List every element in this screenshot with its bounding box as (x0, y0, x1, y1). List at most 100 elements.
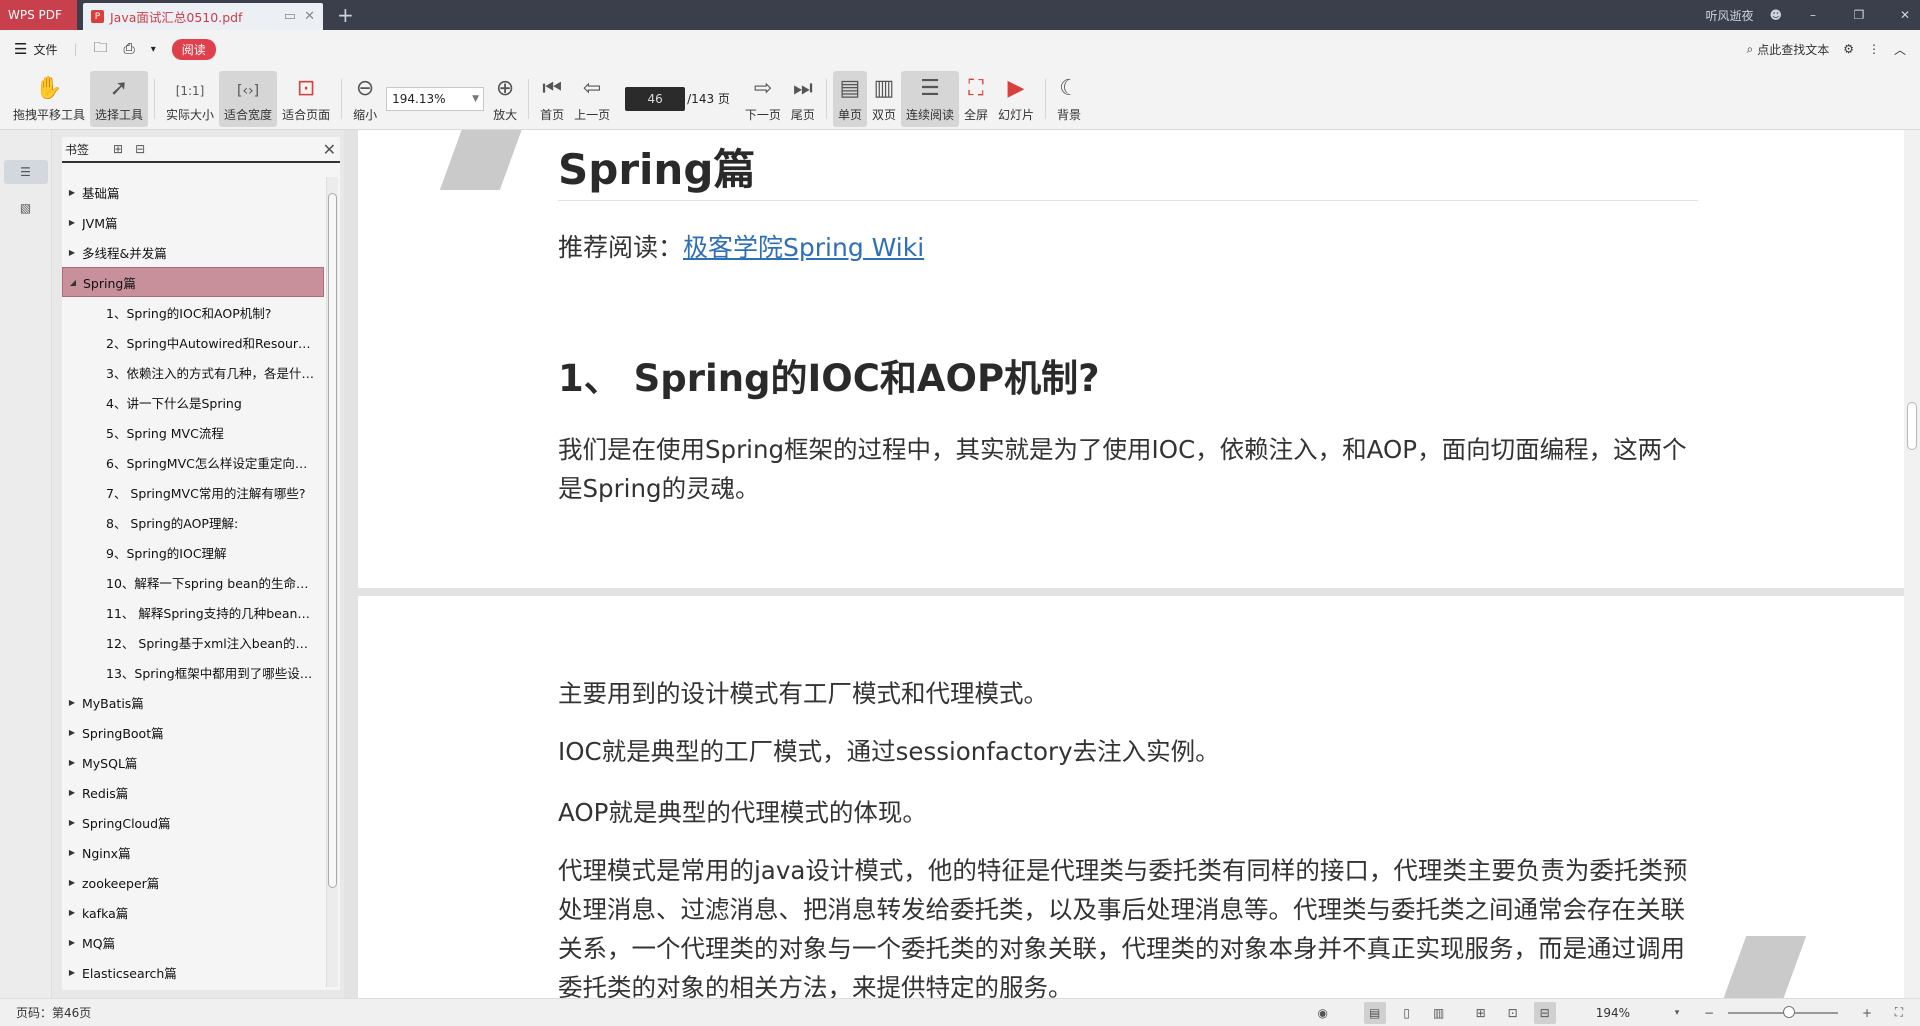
continuous-read-button[interactable]: ☰ 连续阅读 (900, 70, 959, 127)
bookmark-child-item[interactable]: 7、 SpringMVC常用的注解有哪些? (62, 477, 324, 507)
new-tab-button[interactable]: + (337, 0, 354, 30)
bookmark-item[interactable]: ▶ Nginx篇 (62, 837, 324, 867)
close-window-icon[interactable]: ✕ (1890, 8, 1920, 22)
bookmark-item[interactable]: ▶ zookeeper篇 (62, 867, 324, 897)
collapsed-triangle-icon[interactable]: ▶ (62, 758, 82, 767)
select-tool-button[interactable]: ➚ 选择工具 (90, 70, 149, 127)
read-mode-button[interactable]: 阅读 (171, 38, 216, 60)
bookmark-item[interactable]: ▶ MyBatis篇 (62, 687, 324, 717)
fit-page-icon[interactable]: ⊡ (1502, 1002, 1524, 1024)
bookmark-item[interactable]: ▶ SpringBoot篇 (62, 717, 324, 747)
first-page-button[interactable]: ⏮ 首页 (535, 71, 569, 127)
bookmark-panel-icon[interactable]: ☰ (3, 160, 48, 184)
zoom-percent[interactable]: 194% (1596, 1006, 1630, 1020)
collapsed-triangle-icon[interactable]: ▶ (62, 938, 82, 947)
expanded-triangle-icon[interactable]: ◢ (63, 278, 83, 287)
collapsed-triangle-icon[interactable]: ▶ (62, 818, 82, 827)
zoom-slider-knob[interactable] (1783, 1005, 1795, 1018)
bookmark-item[interactable]: ▶ SpringCloud篇 (62, 807, 324, 837)
thumbnail-panel-icon[interactable]: ▧ (4, 196, 48, 220)
collapsed-triangle-icon[interactable]: ▶ (62, 908, 82, 917)
next-page-button[interactable]: ⇨ 下一页 (740, 71, 786, 127)
bookmark-scrollbar[interactable] (326, 177, 338, 987)
bookmark-item[interactable]: ◢ Spring篇 (62, 267, 324, 297)
bookmark-item[interactable]: ▶ Elasticsearch篇 (62, 957, 324, 987)
search-text-button[interactable]: 点此查找文本 (1757, 41, 1829, 58)
bookmark-child-item[interactable]: 6、SpringMVC怎么样设定重定向… (62, 447, 324, 477)
collapsed-triangle-icon[interactable]: ▶ (62, 728, 82, 737)
continuous-view-icon[interactable]: ▤ (1363, 1001, 1386, 1024)
collapsed-triangle-icon[interactable]: ▶ (62, 218, 82, 227)
print-icon[interactable]: ⎙ (124, 41, 135, 57)
bookmark-child-item[interactable]: 10、解释一下spring bean的生命… (62, 567, 324, 597)
expand-all-icon[interactable]: ⊞ (113, 142, 123, 156)
fit-width-button[interactable]: [‹›] 适合宽度 (219, 70, 278, 127)
document-scrollbar[interactable] (1904, 130, 1920, 998)
bookmark-item[interactable]: ▶ kafka篇 (62, 897, 324, 927)
collapsed-triangle-icon[interactable]: ▶ (62, 248, 82, 257)
collapsed-triangle-icon[interactable]: ▶ (62, 188, 82, 197)
double-view-icon[interactable]: ▥ (1428, 1002, 1450, 1024)
restore-icon[interactable]: ❐ (1844, 8, 1874, 22)
tab-pin-icon[interactable]: ▭ (284, 9, 296, 24)
fullscreen-icon[interactable]: ⛶ (1888, 1002, 1910, 1024)
fit-page-button[interactable]: ⊡ 适合页面 (277, 71, 335, 127)
pan-tool-button[interactable]: ✋ 拖拽平移工具 (8, 71, 90, 127)
bookmark-child-item[interactable]: 2、Spring中Autowired和Resour… (62, 327, 324, 357)
app-name[interactable]: WPS PDF (0, 0, 77, 30)
scrollbar-thumb[interactable] (328, 193, 337, 888)
open-folder-icon[interactable]: 🗀 (94, 37, 108, 61)
document-view[interactable]: Spring篇 推荐阅读：极客学院Spring Wiki 1、 Spring的I… (344, 130, 1904, 998)
eye-protect-icon[interactable]: ◉ (1312, 1002, 1334, 1024)
slideshow-button[interactable]: ▶ 幻灯片 (993, 71, 1039, 127)
user-name[interactable]: 听风逝夜 (1705, 7, 1753, 24)
bookmark-child-item[interactable]: 8、 Spring的AOP理解: (62, 507, 324, 537)
more-dropdown-icon[interactable]: ▾ (151, 44, 156, 55)
actual-size-icon[interactable]: ⊞ (1470, 1002, 1492, 1024)
single-page-button[interactable]: ▤ 单页 (832, 70, 867, 127)
bookmark-child-item[interactable]: 11、 解释Spring支持的几种bean… (62, 597, 324, 627)
collapsed-triangle-icon[interactable]: ▶ (62, 698, 82, 707)
fullscreen-button[interactable]: ⛶ 全屏 (959, 71, 993, 127)
zoom-select[interactable]: 194.13% ▼ (386, 86, 485, 111)
page-input[interactable]: 46 (625, 86, 686, 111)
zoom-out-icon[interactable]: − (1698, 1002, 1720, 1024)
bookmark-child-item[interactable]: 4、讲一下什么是Spring (62, 387, 324, 417)
search-icon[interactable]: ⌕ (1746, 42, 1753, 57)
avatar[interactable]: ☻ (1769, 8, 1782, 22)
prev-page-button[interactable]: ⇦ 上一页 (569, 71, 615, 127)
close-icon[interactable]: ✕ (323, 140, 336, 159)
background-button[interactable]: ☾ 背景 (1052, 71, 1086, 127)
actual-size-button[interactable]: [1:1] 实际大小 (161, 71, 219, 127)
zoom-slider[interactable] (1728, 1005, 1838, 1018)
collapse-all-icon[interactable]: ⊟ (135, 142, 145, 156)
bookmark-child-item[interactable]: 5、Spring MVC流程 (62, 417, 324, 447)
double-page-button[interactable]: ▥ 双页 (867, 71, 901, 127)
collapsed-triangle-icon[interactable]: ▶ (62, 878, 82, 887)
more-icon[interactable]: ⋮ (1868, 42, 1880, 56)
bookmark-child-item[interactable]: 12、 Spring基于xml注入bean的… (62, 627, 324, 657)
bookmark-child-item[interactable]: 13、Spring框架中都用到了哪些设… (62, 657, 324, 687)
bookmark-item[interactable]: ▶ MySQL篇 (62, 747, 324, 777)
zoom-in-button[interactable]: ⊕ 放大 (488, 71, 522, 127)
bookmark-child-item[interactable]: 9、Spring的IOC理解 (62, 537, 324, 567)
recommend-link[interactable]: 极客学院Spring Wiki (683, 233, 924, 262)
bookmark-item[interactable]: ▶ 多线程&并发篇 (62, 237, 324, 267)
collapsed-triangle-icon[interactable]: ▶ (62, 848, 82, 857)
bookmark-item[interactable]: ▶ MQ篇 (62, 927, 324, 957)
bookmark-child-item[interactable]: 3、依赖注入的方式有几种，各是什… (62, 357, 324, 387)
fit-width-icon[interactable]: ⊟ (1533, 1001, 1556, 1024)
last-page-button[interactable]: ⏭ 尾页 (786, 71, 820, 127)
zoom-dropdown-icon[interactable]: ▾ (1666, 1002, 1688, 1024)
collapsed-triangle-icon[interactable]: ▶ (62, 788, 82, 797)
minimize-icon[interactable]: – (1798, 8, 1828, 22)
bookmark-child-item[interactable]: 1、Spring的IOC和AOP机制? (62, 297, 324, 327)
zoom-in-icon[interactable]: + (1856, 1002, 1878, 1024)
document-tab[interactable]: P Java面试汇总0510.pdf ▭ ✕ (83, 3, 323, 30)
zoom-out-button[interactable]: ⊖ 缩小 (348, 71, 382, 127)
settings-icon[interactable]: ⚙ (1843, 42, 1854, 56)
scrollbar-thumb[interactable] (1907, 402, 1917, 450)
file-menu[interactable]: ☰ 文件 (14, 40, 57, 58)
tab-close-icon[interactable]: ✕ (304, 9, 315, 24)
bookmark-item[interactable]: ▶ 基础篇 (62, 177, 324, 207)
